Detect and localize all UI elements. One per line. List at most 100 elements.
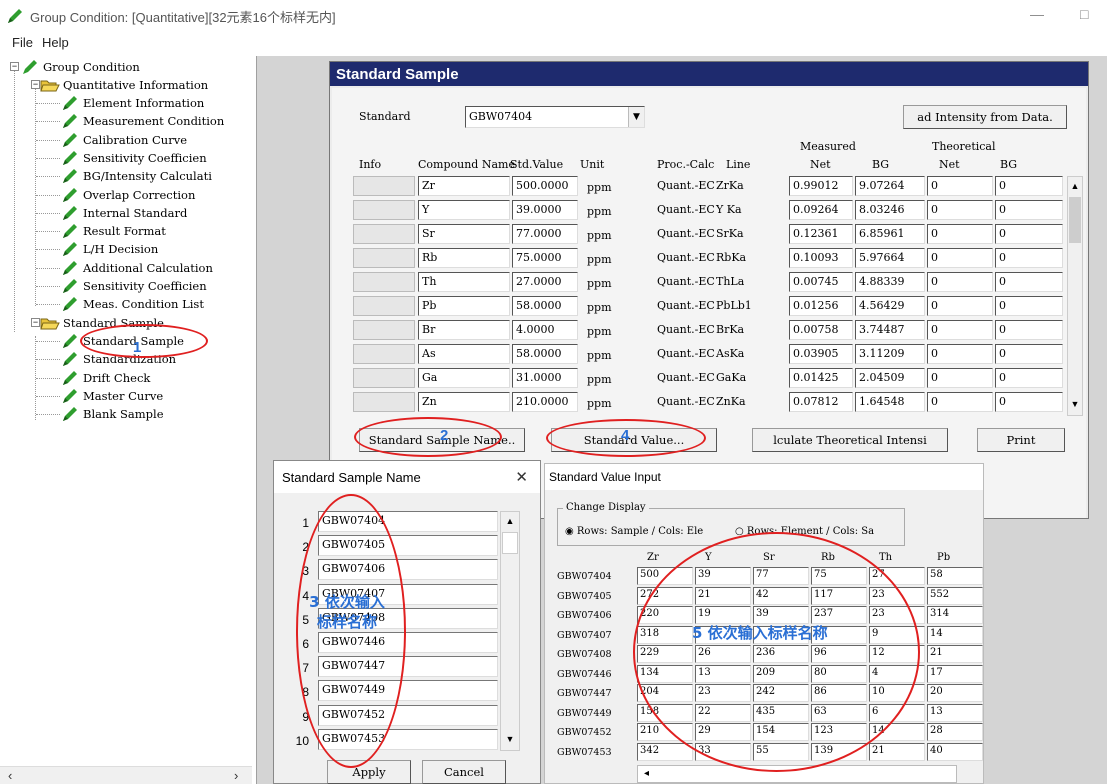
measured-net-input[interactable]: 0.12361 — [789, 224, 853, 244]
theoretical-bg-input[interactable]: 0 — [995, 320, 1063, 340]
tree-node-standard-item[interactable]: Drift Check — [60, 369, 150, 387]
grid-value-input[interactable]: 63 — [811, 703, 867, 722]
grid-value-input[interactable]: 22 — [695, 703, 751, 722]
expander-standard[interactable]: − — [31, 318, 40, 327]
tree-node-quant-item[interactable]: Sensitivity Coefficien — [60, 149, 207, 167]
tree-node-quant-item[interactable]: Sensitivity Coefficien — [60, 277, 207, 295]
grid-value-input[interactable]: 500 — [637, 567, 693, 585]
minimize-button[interactable]: — — [1030, 6, 1044, 22]
grid-value-input[interactable]: 20 — [927, 684, 983, 702]
close-icon[interactable]: ✕ — [515, 468, 528, 486]
theoretical-net-input[interactable]: 0 — [927, 272, 993, 292]
grid-value-input[interactable]: 29 — [695, 723, 751, 741]
std-value-input[interactable]: 4.0000 — [512, 320, 578, 340]
std-value-input[interactable]: 77.0000 — [512, 224, 578, 244]
grid-value-input[interactable]: 134 — [637, 664, 693, 683]
grid-value-input[interactable]: 236 — [753, 645, 809, 663]
chevron-down-icon[interactable]: ▼ — [628, 107, 644, 127]
compound-name-input[interactable]: Sr — [418, 224, 510, 244]
sample-name-input[interactable]: GBW07404 — [318, 511, 498, 532]
measured-bg-input[interactable]: 1.64548 — [855, 392, 925, 412]
grid-value-input[interactable]: 26 — [695, 645, 751, 663]
tree-node-quant-item[interactable]: Meas. Condition List — [60, 295, 204, 313]
measured-net-input[interactable]: 0.99012 — [789, 176, 853, 196]
grid-value-input[interactable]: 139 — [811, 742, 867, 761]
grid-value-input[interactable]: 96 — [811, 645, 867, 663]
measured-bg-input[interactable]: 8.03246 — [855, 200, 925, 220]
tree-node-standard-item[interactable]: Blank Sample — [60, 405, 164, 423]
print-button[interactable]: Print — [977, 428, 1065, 452]
measured-bg-input[interactable]: 4.88339 — [855, 272, 925, 292]
grid-value-input[interactable]: 75 — [811, 567, 867, 585]
scroll-right-icon[interactable]: › — [234, 768, 238, 783]
grid-value-input[interactable]: 209 — [753, 664, 809, 683]
menu-help[interactable]: Help — [42, 35, 69, 50]
theoretical-net-input[interactable]: 0 — [927, 320, 993, 340]
grid-value-input[interactable]: 242 — [753, 684, 809, 702]
measured-net-input[interactable]: 0.00758 — [789, 320, 853, 340]
theoretical-net-input[interactable]: 0 — [927, 224, 993, 244]
sample-name-input[interactable]: GBW07453 — [318, 728, 498, 750]
grid-value-input[interactable]: 42 — [753, 586, 809, 605]
grid-value-input[interactable]: 23 — [869, 586, 925, 605]
theoretical-net-input[interactable]: 0 — [927, 248, 993, 268]
grid-value-input[interactable]: 58 — [927, 567, 983, 585]
tree-node-quant-item[interactable]: Additional Calculation — [60, 259, 213, 277]
grid-value-input[interactable]: 6 — [869, 703, 925, 722]
grid-value-input[interactable]: 23 — [869, 606, 925, 624]
grid-value-input[interactable]: 80 — [811, 664, 867, 683]
theoretical-bg-input[interactable]: 0 — [995, 272, 1063, 292]
tree-node-quant-item[interactable]: Element Information — [60, 94, 204, 112]
standard-value-button[interactable]: Standard Value... — [551, 428, 717, 452]
theoretical-bg-input[interactable]: 0 — [995, 224, 1063, 244]
grid-value-input[interactable]: 154 — [753, 723, 809, 741]
grid-value-input[interactable]: 210 — [637, 723, 693, 741]
sample-name-input[interactable]: GBW07446 — [318, 632, 498, 653]
theoretical-net-input[interactable]: 0 — [927, 368, 993, 388]
std-value-input[interactable]: 210.0000 — [512, 392, 578, 412]
std-value-input[interactable]: 75.0000 — [512, 248, 578, 268]
measured-net-input[interactable]: 0.07812 — [789, 392, 853, 412]
grid-value-input[interactable]: 158 — [637, 703, 693, 722]
compound-name-input[interactable]: Br — [418, 320, 510, 340]
measured-bg-input[interactable]: 9.07264 — [855, 176, 925, 196]
grid-value-input[interactable]: 314 — [927, 606, 983, 624]
compound-name-input[interactable]: Pb — [418, 296, 510, 316]
sample-name-input[interactable]: GBW07406 — [318, 559, 498, 581]
theoretical-bg-input[interactable]: 0 — [995, 248, 1063, 268]
tree-node-quant-item[interactable]: BG/Intensity Calculati — [60, 167, 212, 185]
measured-net-input[interactable]: 0.01425 — [789, 368, 853, 388]
compound-name-input[interactable]: Ga — [418, 368, 510, 388]
tree-node-quant-item[interactable]: Overlap Correction — [60, 186, 195, 204]
theoretical-bg-input[interactable]: 0 — [995, 344, 1063, 364]
std-value-input[interactable]: 58.0000 — [512, 296, 578, 316]
grid-value-input[interactable]: 14 — [927, 625, 983, 644]
grid-value-input[interactable]: 272 — [637, 586, 693, 605]
grid-value-input[interactable]: 12 — [869, 645, 925, 663]
tree-node-standard-item[interactable]: Standard Sample — [60, 332, 184, 350]
std-value-input[interactable]: 500.0000 — [512, 176, 578, 196]
scroll-down-icon[interactable]: ▼ — [1068, 399, 1082, 409]
read-intensity-button[interactable]: ad Intensity from Data. — [903, 105, 1067, 129]
scroll-up-icon[interactable]: ▲ — [501, 516, 519, 526]
tree-node-standard-item[interactable]: Standardization — [60, 350, 176, 368]
grid-value-input[interactable]: 10 — [869, 684, 925, 702]
theoretical-bg-input[interactable]: 0 — [995, 200, 1063, 220]
grid-value-input[interactable]: 21 — [869, 742, 925, 761]
tree-node-quant-item[interactable]: L/H Decision — [60, 240, 158, 258]
grid-value-input[interactable]: 552 — [927, 586, 983, 605]
grid-value-input[interactable]: 17 — [927, 664, 983, 683]
measured-bg-input[interactable]: 2.04509 — [855, 368, 925, 388]
theoretical-bg-input[interactable]: 0 — [995, 176, 1063, 196]
expander-root[interactable]: − — [10, 62, 19, 71]
grid-value-input[interactable]: 13 — [695, 664, 751, 683]
theoretical-net-input[interactable]: 0 — [927, 392, 993, 412]
std-value-input[interactable]: 31.0000 — [512, 368, 578, 388]
tree-horizontal-scrollbar[interactable]: ‹ › — [0, 766, 252, 784]
standard-select[interactable]: GBW07404 ▼ — [465, 106, 645, 128]
scroll-up-icon[interactable]: ▲ — [1068, 181, 1082, 191]
compound-name-input[interactable]: Y — [418, 200, 510, 220]
grid-value-input[interactable]: 14 — [869, 723, 925, 741]
grid-value-input[interactable]: 27 — [869, 567, 925, 585]
grid-value-input[interactable]: 86 — [811, 684, 867, 702]
